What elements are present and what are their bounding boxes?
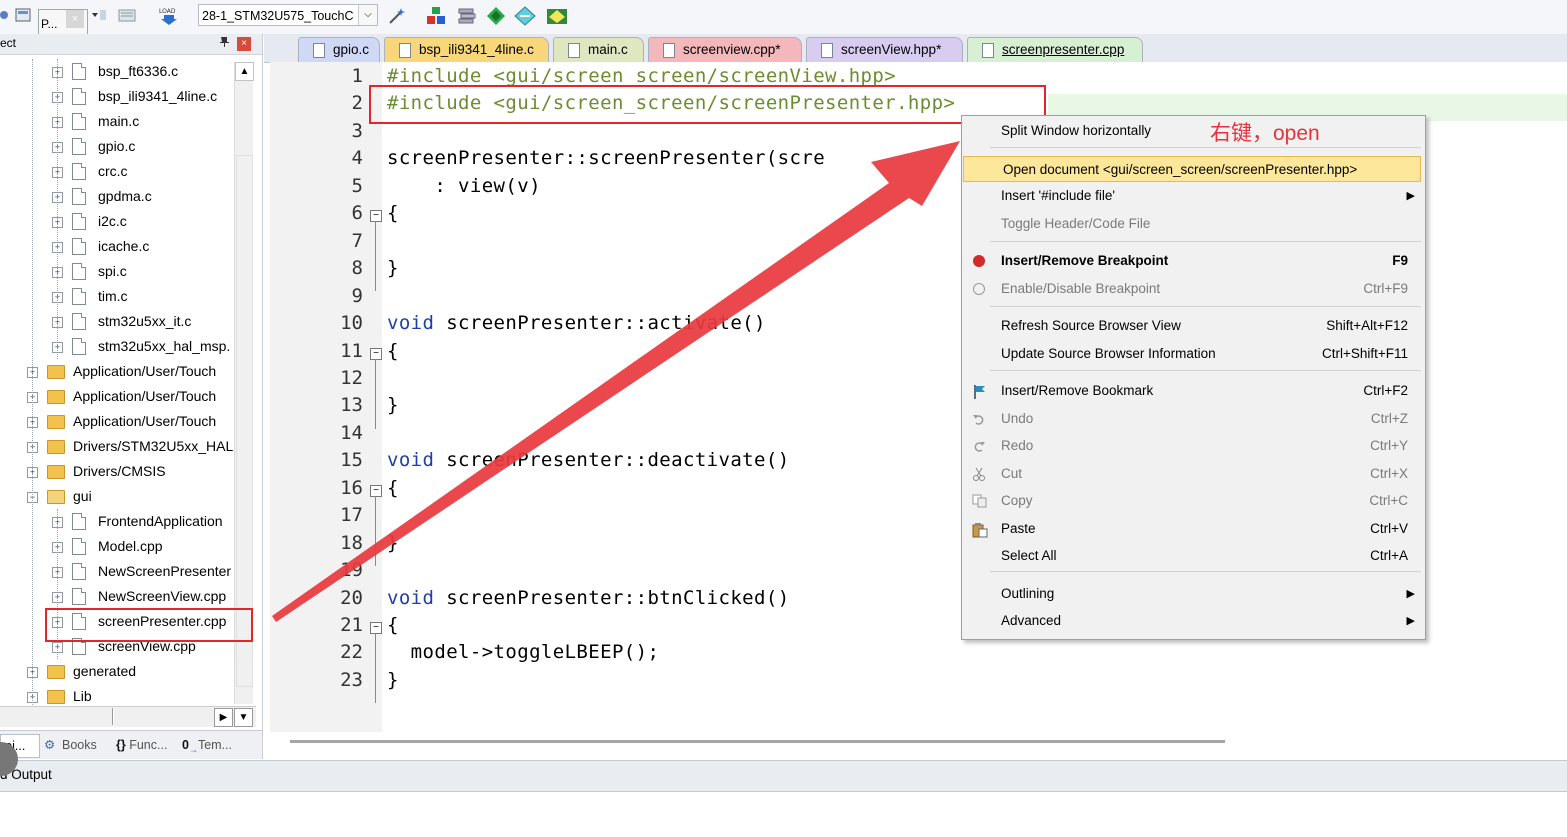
menu-item-label: Advanced [1001,613,1062,628]
menu-item[interactable]: Enable/Disable Breakpoint Ctrl+F9 [962,276,1423,302]
menu-separator [990,306,1421,307]
menu-item-shortcut: Ctrl+C [1369,493,1408,508]
menu-item-label: Split Window horizontally [1001,123,1152,138]
submenu-arrow-icon: ▶ [1406,190,1415,202]
menu-item[interactable]: Refresh Source Browser View Shift+Alt+F12 [962,313,1423,339]
paste-icon [972,522,988,538]
menu-item-shortcut: Ctrl+F2 [1363,383,1408,398]
submenu-arrow-icon: ▶ [1406,615,1415,627]
menu-item[interactable]: Update Source Browser Information Ctrl+Sh… [962,341,1423,367]
undo-icon [972,412,986,426]
menu-item-label: Refresh Source Browser View [1001,318,1181,333]
menu-separator [990,571,1421,572]
menu-item-label: Paste [1001,521,1036,536]
menu-item-shortcut: F9 [1392,253,1408,268]
menu-item[interactable]: Open document <gui/screen_screen/screenP… [963,156,1421,182]
menu-item[interactable]: Split Window horizontally [962,118,1423,144]
menu-item[interactable]: Insert/Remove Bookmark Ctrl+F2 [962,378,1423,404]
menu-item-shortcut: Ctrl+F9 [1363,281,1408,296]
copy-icon [972,494,987,508]
annotation-text: 右键，open [1210,122,1320,145]
menu-item-label: Copy [1001,493,1033,508]
menu-item-label: Outlining [1001,586,1055,601]
menu-separator [990,370,1421,371]
menu-item-label: Select All [1001,548,1057,563]
menu-separator [990,241,1421,242]
menu-item-shortcut: Ctrl+V [1370,521,1408,536]
menu-item[interactable]: Undo Ctrl+Z [962,406,1423,432]
breakpoint-icon [972,254,986,268]
menu-item-label: Toggle Header/Code File [1001,216,1151,231]
menu-item-label: Insert '#include file' [1001,188,1115,203]
menu-item-label: Redo [1001,438,1034,453]
menu-item-shortcut: Ctrl+Y [1370,438,1408,453]
bookmark-icon [972,384,986,399]
menu-item[interactable]: Insert '#include file' ▶ [962,183,1423,209]
menu-item[interactable]: Outlining ▶ [962,581,1423,607]
menu-item-label: Insert/Remove Bookmark [1001,383,1154,398]
menu-item[interactable]: Select All Ctrl+A [962,543,1423,569]
menu-item-label: Enable/Disable Breakpoint [1001,281,1161,296]
menu-item[interactable]: Toggle Header/Code File [962,211,1423,237]
menu-item[interactable]: Advanced ▶ [962,608,1423,634]
menu-item-shortcut: Ctrl+Z [1370,411,1408,426]
cut-icon [972,467,986,481]
breakpoint-disabled-icon [972,282,986,296]
menu-item-label: Update Source Browser Information [1001,346,1216,361]
menu-separator [990,147,1421,148]
menu-item-label: Insert/Remove Breakpoint [1001,253,1169,268]
menu-item-shortcut: Ctrl+X [1370,466,1408,481]
menu-item-label: Undo [1001,411,1034,426]
menu-item[interactable]: Redo Ctrl+Y [962,433,1423,459]
menu-item-shortcut: Ctrl+A [1370,548,1408,563]
menu-item-label: Open document <gui/screen_screen/screenP… [1003,162,1358,177]
build-output-bar [0,760,1567,792]
menu-item[interactable]: Copy Ctrl+C [962,488,1423,514]
menu-item-shortcut: Shift+Alt+F12 [1326,318,1408,333]
menu-item[interactable]: Paste Ctrl+V [962,516,1423,542]
submenu-arrow-icon: ▶ [1406,588,1415,600]
menu-item[interactable]: Insert/Remove Breakpoint F9 [962,248,1423,274]
menu-item-shortcut: Ctrl+Shift+F11 [1321,346,1408,361]
redo-icon [972,439,986,453]
menu-item-label: Cut [1001,466,1023,481]
menu-item[interactable]: Cut Ctrl+X [962,461,1423,487]
